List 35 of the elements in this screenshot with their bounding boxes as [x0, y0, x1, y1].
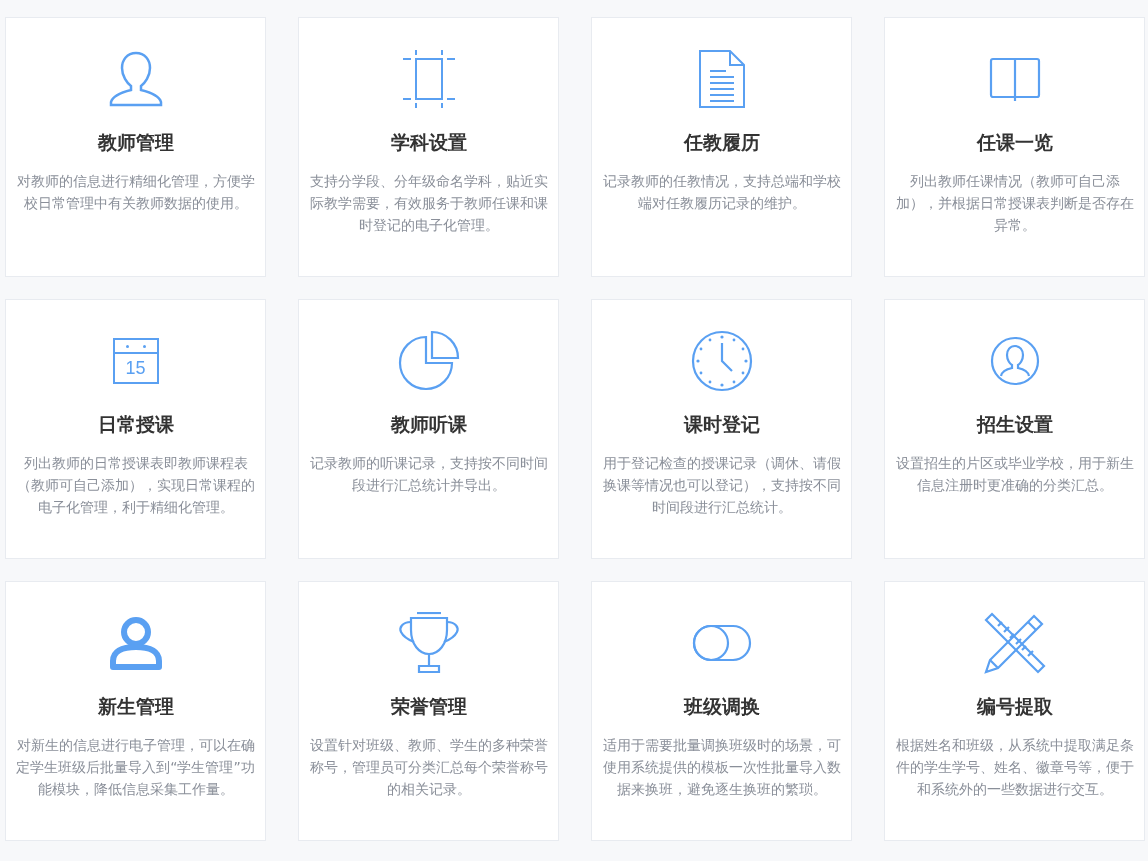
- card-title: 学科设置: [390, 130, 467, 155]
- book-icon: [988, 55, 1041, 103]
- user-circle-icon: [989, 336, 1040, 386]
- pencil-ruler-icon: [983, 612, 1046, 674]
- toggle-icon: [691, 624, 752, 662]
- card-description: 列出教师任课情况（教师可自己添加），并根据日常授课表判断是否存在异常。: [895, 172, 1134, 235]
- card-description: 记录教师的听课记录，支持按不同时间段进行汇总统计并导出。: [309, 454, 548, 495]
- card-description: 列出教师的日常授课表即教师课程表（教师可自己添加），实现日常课程的电子化管理，利于精细化管理。: [16, 454, 255, 517]
- card-title: 教师听课: [390, 412, 467, 437]
- card-title: 招生设置: [976, 412, 1053, 437]
- card-title: 教师管理: [97, 130, 174, 155]
- document-icon: [697, 49, 746, 109]
- user-icon: [107, 615, 164, 671]
- card-title: 任课一览: [976, 130, 1053, 155]
- crop-frame-icon: [402, 49, 455, 109]
- pie-chart-icon: [397, 330, 460, 392]
- card-description: 记录教师的任教情况，支持总端和学校端对任教履历记录的维护。: [602, 172, 841, 213]
- card-title: 新生管理: [97, 694, 174, 719]
- card-description: 对教师的信息进行精细化管理，方便学校日常管理中有关教师数据的使用。: [16, 172, 255, 213]
- card-title: 班级调换: [683, 694, 760, 719]
- card-description: 设置针对班级、教师、学生的多种荣誉称号，管理员可分类汇总每个荣誉称号的相关记录。: [309, 736, 548, 799]
- clock-icon: [690, 330, 753, 392]
- card-description: 对新生的信息进行电子管理，可以在确定学生班级后批量导入到“学生管理”功能模块，降低信息采集工作量。: [16, 736, 255, 799]
- card-title: 编号提取: [976, 694, 1053, 719]
- card-description: 适用于需要批量调换班级时的场景，可使用系统提供的模板一次性批量导入数据来换班，避免逐生换班的繁琐。: [602, 736, 841, 799]
- card-title: 荣誉管理: [390, 694, 467, 719]
- calendar-icon: 15: [112, 338, 159, 384]
- card-description: 用于登记检查的授课记录（调休、请假换课等情况也可以登记），支持按不同时间段进行汇总统计。: [602, 454, 841, 517]
- card-title: 日常授课: [97, 412, 174, 437]
- card-description: 支持分学段、分年级命名学科，贴近实际教学需要，有效服务于教师任课和课时登记的电子化管理。: [309, 172, 548, 235]
- card-description: 根据姓名和班级，从系统中提取满足条件的学生学号、姓名、徽章号等，便于和系统外的一些数据进行交互。: [895, 736, 1134, 799]
- trophy-icon: [396, 612, 461, 674]
- card-title: 任教履历: [683, 130, 760, 155]
- card-description: 设置招生的片区或毕业学校，用于新生信息注册时更准确的分类汇总。: [895, 454, 1134, 495]
- card-title: 课时登记: [683, 412, 760, 437]
